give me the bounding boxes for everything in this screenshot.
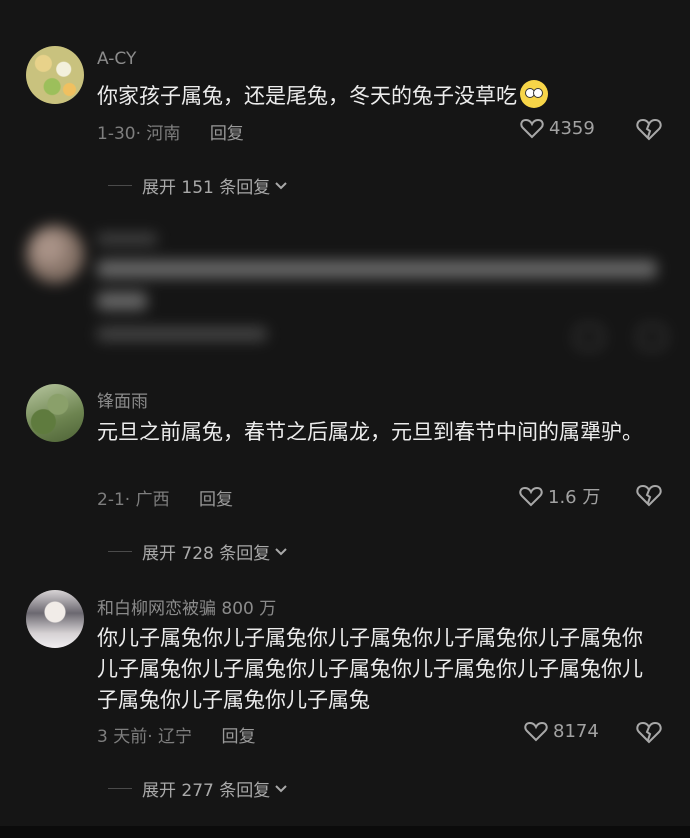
chevron-down-icon — [275, 181, 287, 189]
blurred-meta — [97, 327, 267, 341]
username[interactable]: A-CY — [97, 49, 136, 69]
comment-text: 你家孩子属兔，还是尾兔，冬天的兔子没草吃 — [97, 80, 667, 112]
like-count: 8174 — [553, 720, 599, 742]
comment-date: 3 天前 — [97, 727, 148, 747]
comment-text: 你儿子属兔你儿子属兔你儿子属兔你儿子属兔你儿子属兔你儿子属兔你儿子属兔你儿子属兔… — [97, 626, 643, 712]
blurred-text — [97, 260, 657, 278]
dislike-button[interactable] — [636, 720, 662, 748]
broken-heart-icon — [636, 721, 662, 744]
dislike-button[interactable] — [636, 483, 662, 511]
expand-replies-button[interactable]: 展开 151 条回复 — [108, 173, 288, 198]
like-button[interactable]: 4359 — [520, 117, 595, 139]
username[interactable]: 和白柳网恋被骗 800 万 — [97, 594, 276, 619]
avatar[interactable] — [26, 384, 84, 442]
comment-text: 元旦之前属兔，春节之后属龙，元旦到春节中间的属犟驴。 — [97, 420, 643, 444]
dislike-button[interactable] — [636, 117, 662, 145]
like-count: 1.6 万 — [548, 487, 601, 508]
username[interactable]: 锋面雨 — [97, 387, 148, 412]
broken-heart-icon — [636, 118, 662, 141]
avatar[interactable] — [26, 590, 84, 648]
reply-button[interactable]: 回复 — [221, 727, 255, 747]
like-button[interactable]: 8174 — [524, 720, 599, 742]
reply-button[interactable]: 回复 — [210, 124, 244, 144]
expand-replies-label: 展开 277 条回复 — [142, 781, 271, 801]
broken-heart-icon — [638, 325, 666, 349]
bottom-bar — [0, 826, 690, 838]
chevron-down-icon — [275, 784, 287, 792]
broken-heart-icon — [636, 484, 662, 507]
comment-location: 广西 — [135, 490, 170, 510]
comment-meta: 2-1· 广西 回复 — [97, 490, 233, 510]
heart-icon — [524, 721, 548, 742]
avatar[interactable] — [26, 46, 84, 104]
emoji-flushed-icon — [520, 80, 548, 108]
expand-replies-button[interactable]: 展开 728 条回复 — [108, 539, 288, 564]
heart-icon — [519, 486, 543, 507]
reply-button[interactable]: 回复 — [199, 490, 233, 510]
expand-replies-button[interactable]: 展开 277 条回复 — [108, 776, 288, 801]
expand-replies-label: 展开 151 条回复 — [142, 178, 271, 198]
comment-meta: 3 天前· 辽宁 回复 — [97, 727, 256, 747]
heart-icon — [575, 325, 603, 349]
blurred-username — [97, 233, 157, 245]
like-button[interactable]: 1.6 万 — [519, 483, 600, 509]
comment-date: 1-30 — [97, 124, 136, 144]
comment-meta: 1-30· 河南 回复 — [97, 124, 244, 144]
blurred-text — [97, 292, 147, 310]
heart-icon — [520, 118, 544, 139]
chevron-down-icon — [275, 547, 287, 555]
expand-replies-label: 展开 728 条回复 — [142, 544, 271, 564]
comment-date: 2-1 — [97, 490, 125, 510]
comment-location: 河南 — [146, 124, 181, 144]
comment-location: 辽宁 — [158, 727, 193, 747]
like-count: 4359 — [549, 117, 595, 139]
avatar[interactable] — [26, 225, 84, 283]
comment-text-content: 你家孩子属兔，还是尾兔，冬天的兔子没草吃 — [97, 84, 517, 108]
